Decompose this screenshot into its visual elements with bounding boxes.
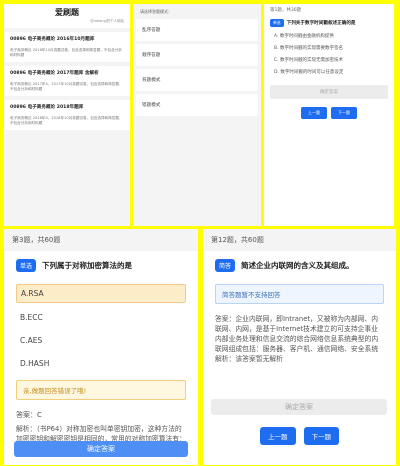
question-text: 简述企业内联网的含义及其组成。 [241,261,354,270]
option-d[interactable]: D.HASH [16,355,186,372]
question-type-badge: 简答 [215,259,236,272]
bank-title: 00896 电子商务概论 2016年10月题库 [10,37,95,42]
bank-card[interactable]: 00896 电子商务概论 2016年10月题库 电子商务概论 2016年10月真… [4,32,130,62]
bank-card[interactable]: 00896 电子商务概论 2018年题库 电子商务概论 2018年4、2018年… [4,100,130,130]
bank-desc: 电子商务概论 2018年4、2018年10月真题试卷，包含选择和简答题，不包含分… [10,116,123,125]
question-header: 单选 下列属于对称加密算法的是 [4,251,198,278]
question-type-badge: 单选 [16,259,37,272]
question-count: 第3题，共60题 [4,229,198,251]
answer-text: 答案：C [16,411,42,419]
question-panel-1: 第1题，共30题 单选 下列关于数字时间戳叙述正确的是 A. 数字时间戳由金融机… [264,4,394,226]
option-b[interactable]: B. 数字时间戳的实现需要数字签名 [274,45,388,51]
question-nav: 上一题 下一题 [203,427,396,445]
option-a[interactable]: A.RSA [16,284,186,303]
next-button[interactable]: 下一题 [331,107,357,119]
confirm-button[interactable]: 确定答案 [14,441,188,457]
mode-memorize[interactable]: 背题模式 [136,69,258,91]
prev-button[interactable]: 上一题 [301,107,327,119]
question-header: 单选 下列关于数字时间戳叙述正确的是 [270,19,388,27]
question-count: 第1题，共30题 [270,8,302,13]
answer-text: 答案：企业内联网，即Intranet，又被称为内部网、内联网、内网，是基于Int… [215,315,379,353]
option-c[interactable]: C.AES [16,332,186,349]
question-text: 下列属于对称加密算法的是 [42,261,133,270]
bank-card[interactable]: 00896 电子商务概论 2017年题库 含解析 电子商务概论 2017年4、2… [4,66,130,96]
mode-random[interactable]: 乱序答题 [136,19,258,41]
mode-panel: 请选择答题模式： 乱序答题 顺序答题 背题模式 错题模式 [133,4,261,226]
question-text: 下列关于数字时间戳叙述正确的是 [286,21,356,26]
bank-desc: 电子商务概论 2017年4、2017年10月真题试卷，包含选择和简答题，不包含分… [10,82,123,91]
confirm-button[interactable]: 确定答案 [211,399,387,415]
question-header: 简答 简述企业内联网的含义及其组成。 [203,251,396,278]
explanation-text: 解析：该答案暂无解析 [215,355,283,363]
mode-sequential[interactable]: 顺序答题 [136,44,258,66]
wrong-answer-notice: 亲,做题回答错误了哦! [16,380,186,400]
mode-mistakes[interactable]: 错题模式 [136,94,258,116]
mode-label: 请选择答题模式： [140,9,172,14]
option-d[interactable]: D. 数字时间戳的时间可以任意设定 [274,69,388,75]
bank-desc: 电子商务概论 2016年10月真题试卷，包含选择和简答题，不包含分析和材料题 [10,48,122,57]
bank-title: 00896 电子商务概论 2017年题库 含解析 [10,71,99,76]
question-panel-12: 第12题，共60题 简答 简述企业内联网的含义及其组成。 简答题暂不支持回答 答… [203,229,396,465]
next-button[interactable]: 下一题 [303,427,339,445]
confirm-button[interactable]: 确定答案 [270,85,388,99]
question-type-badge: 单选 [270,19,284,27]
prev-button[interactable]: 上一题 [260,427,296,445]
question-panel-3: 第3题，共60题 单选 下列属于对称加密算法的是 A.RSA B.ECC C.A… [4,229,198,465]
question-count: 第12题，共60题 [203,229,396,251]
question-nav: 上一题 下一题 [270,107,388,119]
option-c[interactable]: C. 数字时间戳的实现无需加密技术 [274,57,388,63]
bank-title: 00896 电子商务概论 2018年题库 [10,105,84,110]
author-link[interactable]: @nalanyj的个人网站 [4,19,130,24]
option-a[interactable]: A. 数字时间戳由金融机构提供 [274,33,388,39]
brand-header: 爱刷题 @nalanyj的个人网站 [4,4,130,28]
unsupported-notice: 简答题暂不支持回答 [215,284,384,304]
app-title: 爱刷题 [55,8,79,17]
option-b[interactable]: B.ECC [16,309,186,326]
home-panel: 爱刷题 @nalanyj的个人网站 00896 电子商务概论 2016年10月题… [4,4,130,226]
